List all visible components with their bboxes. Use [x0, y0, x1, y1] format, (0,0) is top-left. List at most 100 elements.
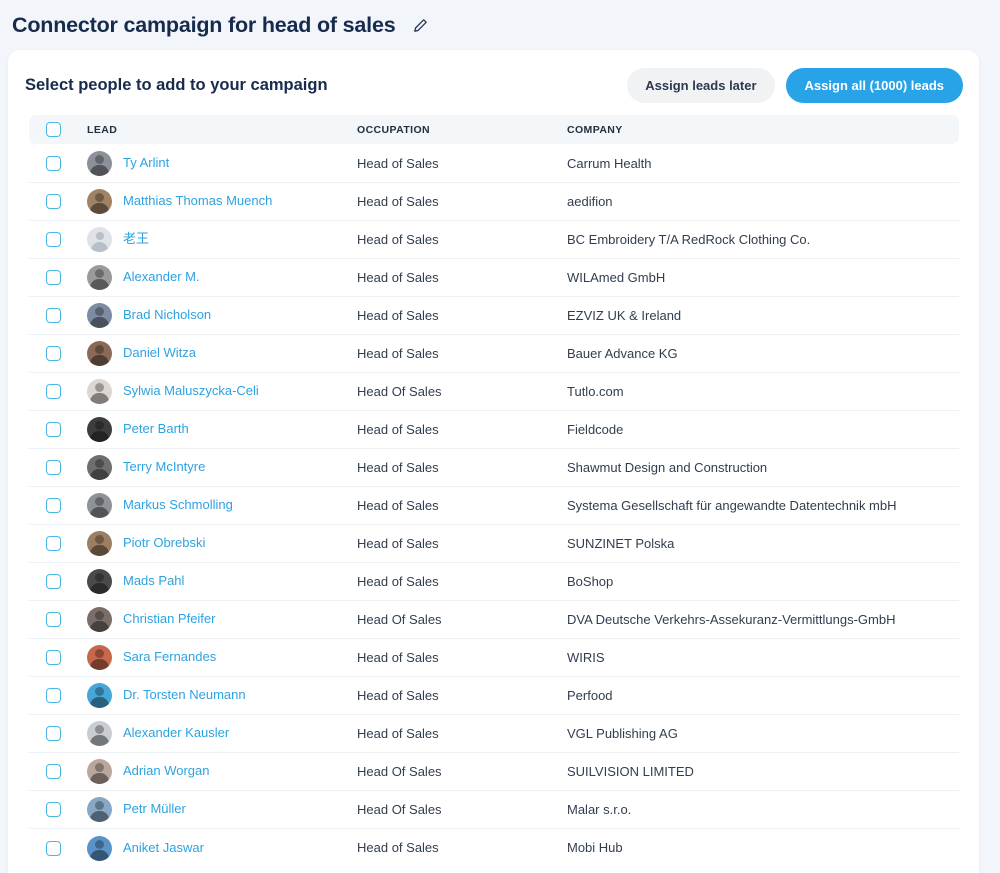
row-checkbox[interactable]	[46, 346, 61, 361]
lead-cell: Petr Müller	[87, 797, 357, 822]
lead-name-link[interactable]: Sylwia Maluszycka-Celi	[123, 383, 259, 399]
lead-name-link[interactable]: Peter Barth	[123, 421, 189, 437]
row-checkbox[interactable]	[46, 536, 61, 551]
lead-name-link[interactable]: Ty Arlint	[123, 155, 169, 171]
lead-cell: Dr. Torsten Neumann	[87, 683, 357, 708]
lead-name-link[interactable]: Alexander Kausler	[123, 725, 229, 741]
table-row[interactable]: Adrian Worgan Head Of Sales SUILVISION LIM…	[29, 753, 959, 791]
lead-name-link[interactable]: Adrian Worgan	[123, 763, 209, 779]
table-row[interactable]: Dr. Torsten Neumann Head of Sales Perfood	[29, 677, 959, 715]
row-checkbox[interactable]	[46, 574, 61, 589]
lead-name-link[interactable]: Matthias Thomas Muench	[123, 193, 272, 209]
table-row[interactable]: Alexander M. Head of Sales WILAmed GmbH	[29, 259, 959, 297]
lead-cell: Alexander M.	[87, 265, 357, 290]
lead-cell: Ty Arlint	[87, 151, 357, 176]
lead-name-link[interactable]: Petr Müller	[123, 801, 186, 817]
row-select-cell	[29, 764, 87, 779]
table-row[interactable]: Mads Pahl Head of Sales BoShop	[29, 563, 959, 601]
table-row[interactable]: Alexander Kausler Head of Sales VGL Publis…	[29, 715, 959, 753]
lead-cell: Christian Pfeifer	[87, 607, 357, 632]
leads-table: LEAD OCCUPATION COMPANY Ty Arlint Head of…	[8, 115, 979, 867]
assign-all-leads-button[interactable]: Assign all (1000) leads	[785, 68, 963, 103]
lead-cell: Adrian Worgan	[87, 759, 357, 784]
row-checkbox[interactable]	[46, 232, 61, 247]
row-checkbox[interactable]	[46, 612, 61, 627]
company-cell: Mobi Hub	[567, 840, 623, 856]
company-cell: BC Embroidery T/A RedRock Clothing Co.	[567, 231, 811, 247]
table-row[interactable]: Sylwia Maluszycka-Celi Head Of Sales Tutlo…	[29, 373, 959, 411]
row-checkbox[interactable]	[46, 270, 61, 285]
row-checkbox[interactable]	[46, 194, 61, 209]
company-cell: SUILVISION LIMITED	[567, 763, 694, 779]
company-cell: WIRIS	[567, 649, 605, 665]
row-checkbox[interactable]	[46, 688, 61, 703]
row-checkbox[interactable]	[46, 498, 61, 513]
column-header-lead[interactable]: LEAD	[87, 124, 357, 136]
column-header-company[interactable]: COMPANY	[567, 124, 959, 136]
table-row[interactable]: Ty Arlint Head of Sales Carrum Health	[29, 145, 959, 183]
table-row[interactable]: Aniket Jaswar Head of Sales Mobi Hub	[29, 829, 959, 867]
lead-cell: Mads Pahl	[87, 569, 357, 594]
row-checkbox[interactable]	[46, 840, 61, 856]
row-select-cell	[29, 384, 87, 399]
avatar	[87, 379, 112, 404]
table-row[interactable]: Markus Schmolling Head of Sales Systema Ge…	[29, 487, 959, 525]
table-row[interactable]: Christian Pfeifer Head Of Sales DVA Deutsc…	[29, 601, 959, 639]
table-row[interactable]: Peter Barth Head of Sales Fieldcode	[29, 411, 959, 449]
table-row[interactable]: Brad Nicholson Head of Sales EZVIZ UK & Ir…	[29, 297, 959, 335]
company-cell: Fieldcode	[567, 421, 624, 437]
lead-name-link[interactable]: Markus Schmolling	[123, 497, 233, 513]
table-row[interactable]: Daniel Witza Head of Sales Bauer Advance K…	[29, 335, 959, 373]
pencil-edit-icon[interactable]	[409, 15, 431, 37]
row-checkbox[interactable]	[46, 156, 61, 171]
assign-leads-later-button[interactable]: Assign leads later	[627, 68, 775, 103]
table-row[interactable]: Terry McIntyre Head of Sales Shawmut Desig…	[29, 449, 959, 487]
company-cell: EZVIZ UK & Ireland	[567, 307, 682, 323]
row-select-cell	[29, 612, 87, 627]
row-checkbox[interactable]	[46, 802, 61, 817]
row-checkbox[interactable]	[46, 650, 61, 665]
lead-name-link[interactable]: Terry McIntyre	[123, 459, 205, 475]
lead-name-link[interactable]: Sara Fernandes	[123, 649, 216, 665]
row-checkbox[interactable]	[46, 308, 61, 323]
occupation-cell: Head of Sales	[357, 497, 439, 513]
table-row[interactable]: Matthias Thomas Muench Head of Sales aedif…	[29, 183, 959, 221]
table-row[interactable]: Petr Müller Head Of Sales Malar s.r.o.	[29, 791, 959, 829]
select-all-checkbox[interactable]	[46, 122, 61, 137]
row-select-cell	[29, 346, 87, 361]
row-select-cell	[29, 156, 87, 171]
lead-name-link[interactable]: Piotr Obrebski	[123, 535, 205, 551]
row-checkbox[interactable]	[46, 384, 61, 399]
row-checkbox[interactable]	[46, 422, 61, 437]
lead-name-link[interactable]: Daniel Witza	[123, 345, 196, 361]
lead-cell: Brad Nicholson	[87, 303, 357, 328]
table-row[interactable]: Sara Fernandes Head of Sales WIRIS	[29, 639, 959, 677]
lead-name-link[interactable]: Alexander M.	[123, 269, 200, 285]
table-row[interactable]: 老王 Head of Sales BC Embroidery T/A RedRock…	[29, 221, 959, 259]
occupation-cell: Head Of Sales	[357, 801, 442, 817]
row-checkbox[interactable]	[46, 764, 61, 779]
avatar	[87, 569, 112, 594]
avatar	[87, 721, 112, 746]
row-select-cell	[29, 688, 87, 703]
lead-name-link[interactable]: Dr. Torsten Neumann	[123, 687, 246, 703]
lead-name-link[interactable]: Mads Pahl	[123, 573, 184, 589]
row-checkbox[interactable]	[46, 460, 61, 475]
avatar	[87, 455, 112, 480]
lead-cell: Peter Barth	[87, 417, 357, 442]
lead-name-link[interactable]: Brad Nicholson	[123, 307, 211, 323]
occupation-cell: Head of Sales	[357, 687, 439, 703]
lead-name-link[interactable]: Aniket Jaswar	[123, 840, 204, 856]
occupation-cell: Head Of Sales	[357, 763, 442, 779]
lead-cell: Alexander Kausler	[87, 721, 357, 746]
column-header-occupation[interactable]: OCCUPATION	[357, 124, 567, 136]
company-cell: Malar s.r.o.	[567, 801, 632, 817]
lead-name-link[interactable]: Christian Pfeifer	[123, 611, 215, 627]
occupation-cell: Head of Sales	[357, 459, 439, 475]
row-checkbox[interactable]	[46, 726, 61, 741]
row-select-cell	[29, 650, 87, 665]
avatar	[87, 227, 112, 252]
lead-name-link[interactable]: 老王	[123, 231, 149, 247]
lead-cell: Sara Fernandes	[87, 645, 357, 670]
table-row[interactable]: Piotr Obrebski Head of Sales SUNZINET Pols…	[29, 525, 959, 563]
